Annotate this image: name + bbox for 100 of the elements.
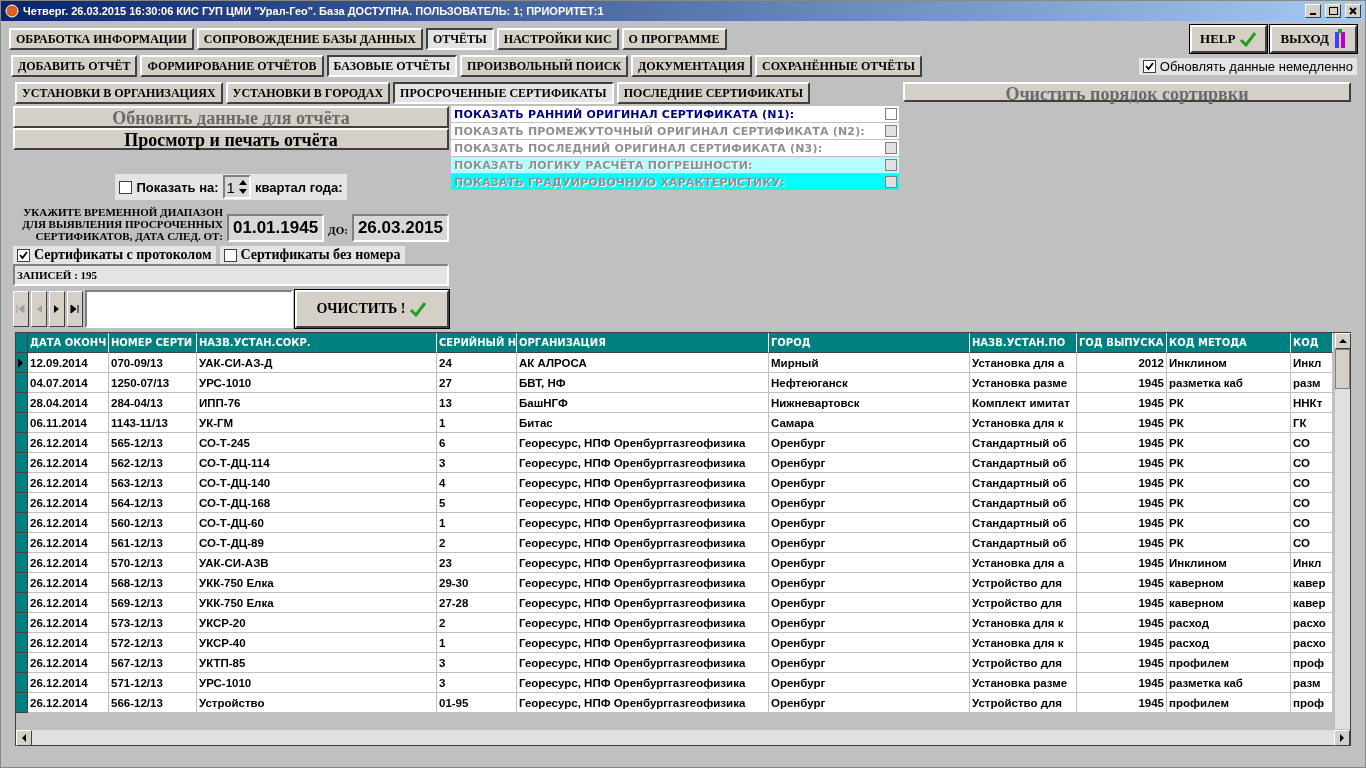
tab[interactable]: ОБРАБОТКА ИНФОРМАЦИИ <box>9 28 194 50</box>
table-cell: УАК-СИ-АЗ-Д <box>197 353 437 373</box>
table-cell: 560-12/13 <box>109 513 197 533</box>
row-indicator[interactable] <box>16 513 28 533</box>
column-header[interactable]: НОМЕР СЕРТИ <box>109 333 197 353</box>
help-button[interactable]: HELP <box>1190 25 1268 53</box>
table-cell: Устройство для <box>970 573 1077 593</box>
quarter-spinner[interactable]: 1 <box>222 175 251 199</box>
horizontal-scrollbar[interactable] <box>16 729 1350 745</box>
row-indicator[interactable] <box>16 633 28 653</box>
row-indicator[interactable] <box>16 553 28 573</box>
table-cell: СО <box>1291 473 1333 493</box>
clear-button[interactable]: ОЧИСТИТЬ ! <box>295 290 449 328</box>
table-cell: Георесурс, НПФ Оренбурггазгеофизика <box>517 693 769 713</box>
tab[interactable]: НАСТРОЙКИ КИС <box>496 28 619 50</box>
last-record-button[interactable] <box>67 291 83 327</box>
row-indicator[interactable] <box>16 433 28 453</box>
next-record-button[interactable] <box>49 291 65 327</box>
tab[interactable]: ФОРМИРОВАНИЕ ОТЧЁТОВ <box>140 55 324 77</box>
checkbox[interactable] <box>119 180 133 194</box>
tab[interactable]: БАЗОВЫЕ ОТЧЁТЫ <box>326 55 458 77</box>
tab[interactable]: УСТАНОВКИ В ОРГАНИЗАЦИЯХ <box>15 82 223 104</box>
table-cell: Стандартный об <box>970 493 1077 513</box>
row-indicator[interactable] <box>16 473 28 493</box>
tab[interactable]: УСТАНОВКИ В ГОРОДАХ <box>225 82 391 104</box>
table-cell: УКТП-85 <box>197 653 437 673</box>
tab[interactable]: ОТЧЁТЫ <box>425 28 494 50</box>
row-indicator[interactable] <box>16 373 28 393</box>
table-cell: Георесурс, НПФ Оренбурггазгеофизика <box>517 553 769 573</box>
tab[interactable]: ДОБАВИТЬ ОТЧЁТ <box>11 55 138 77</box>
row-indicator[interactable] <box>16 493 28 513</box>
vertical-scrollbar[interactable] <box>1334 333 1350 729</box>
table-cell: 1945 <box>1077 573 1167 593</box>
table-cell: Инкл <box>1291 353 1333 373</box>
table-cell: Устройство <box>197 693 437 713</box>
table-cell: УКК-750 Елка <box>197 593 437 613</box>
row-indicator[interactable] <box>16 413 28 433</box>
date-to-field[interactable]: 26.03.2015 <box>351 214 449 242</box>
checkbox[interactable] <box>1142 59 1156 73</box>
row-indicator[interactable] <box>16 533 28 553</box>
tab[interactable]: СОПРОВОЖДЕНИЕ БАЗЫ ДАННЫХ <box>196 28 423 50</box>
table-cell: 284-04/13 <box>109 393 197 413</box>
tab[interactable]: ПОСЛЕДНИЕ СЕРТИФИКАТЫ <box>616 82 810 104</box>
maximize-button[interactable] <box>1325 4 1341 18</box>
table-cell: разм <box>1291 673 1333 693</box>
minimize-button[interactable] <box>1305 4 1321 18</box>
table-cell: Нижневартовск <box>769 393 970 413</box>
column-header[interactable]: ДАТА ОКОНЧ <box>28 333 109 353</box>
table-cell: ГК <box>1291 413 1333 433</box>
table-cell: 2012 <box>1077 353 1167 373</box>
table-cell: расхо <box>1291 633 1333 653</box>
column-header[interactable]: ОРГАНИЗАЦИЯ <box>517 333 769 353</box>
table-cell: 26.12.2014 <box>28 673 109 693</box>
table-cell: 27 <box>437 373 517 393</box>
table-cell: 26.12.2014 <box>28 633 109 653</box>
table-cell: 04.07.2014 <box>28 373 109 393</box>
column-header[interactable]: СЕРИЙНЫЙ Н <box>437 333 517 353</box>
row-indicator[interactable] <box>16 653 28 673</box>
table-cell: 573-12/13 <box>109 613 197 633</box>
table-cell: 29-30 <box>437 573 517 593</box>
table-cell: 3 <box>437 453 517 473</box>
table-cell: Оренбург <box>769 453 970 473</box>
date-from-field[interactable]: 01.01.1945 <box>227 214 325 242</box>
tab[interactable]: ПРОИЗВОЛЬНЫЙ ПОИСК <box>460 55 629 77</box>
table-cell: профилем <box>1167 693 1291 713</box>
tab[interactable]: ДОКУМЕНТАЦИЯ <box>631 55 753 77</box>
row-indicator[interactable] <box>16 353 28 373</box>
column-header[interactable]: НАЗВ.УСТАН.СОКР. <box>197 333 437 353</box>
row-indicator[interactable] <box>16 593 28 613</box>
table-cell: Оренбург <box>769 633 970 653</box>
row-indicator[interactable] <box>16 693 28 713</box>
checkbox[interactable] <box>17 248 30 262</box>
checkbox[interactable] <box>885 108 897 120</box>
row-indicator[interactable] <box>16 613 28 633</box>
table-cell: РК <box>1167 393 1291 413</box>
tab[interactable]: СОХРАНЁННЫЕ ОТЧЁТЫ <box>755 55 922 77</box>
column-header[interactable]: ГОРОД <box>769 333 970 353</box>
row-indicator[interactable] <box>16 453 28 473</box>
column-header[interactable]: ГОД ВЫПУСКА <box>1077 333 1167 353</box>
table-cell: Георесурс, НПФ Оренбурггазгеофизика <box>517 453 769 473</box>
last-arrow-icon <box>70 304 80 314</box>
column-header[interactable]: КОД <box>1291 333 1333 353</box>
print-button[interactable]: Просмотр и печать отчёта <box>13 128 449 150</box>
column-header[interactable]: КОД МЕТОДА <box>1167 333 1291 353</box>
checkbox[interactable] <box>223 248 237 262</box>
column-header[interactable]: НАЗВ.УСТАН.ПО <box>970 333 1077 353</box>
tab[interactable]: О ПРОГРАММЕ <box>621 28 727 50</box>
row-indicator[interactable] <box>16 673 28 693</box>
search-field[interactable] <box>85 290 293 328</box>
close-button[interactable] <box>1345 4 1361 18</box>
tab[interactable]: ПРОСРОЧЕННЫЕ СЕРТИФИКАТЫ <box>393 82 614 104</box>
row-indicator[interactable] <box>16 393 28 413</box>
scroll-thumb[interactable] <box>1335 349 1350 389</box>
option-row[interactable]: ПОКАЗАТЬ РАННИЙ ОРИГИНАЛ СЕРТИФИКАТА (N1): <box>451 106 899 122</box>
exit-button[interactable]: ВЫХОД <box>1270 25 1357 53</box>
table-cell: СО <box>1291 513 1333 533</box>
table-cell: РК <box>1167 533 1291 553</box>
row-indicator[interactable] <box>16 573 28 593</box>
table-cell: 570-12/13 <box>109 553 197 573</box>
table-cell: Установка для а <box>970 553 1077 573</box>
